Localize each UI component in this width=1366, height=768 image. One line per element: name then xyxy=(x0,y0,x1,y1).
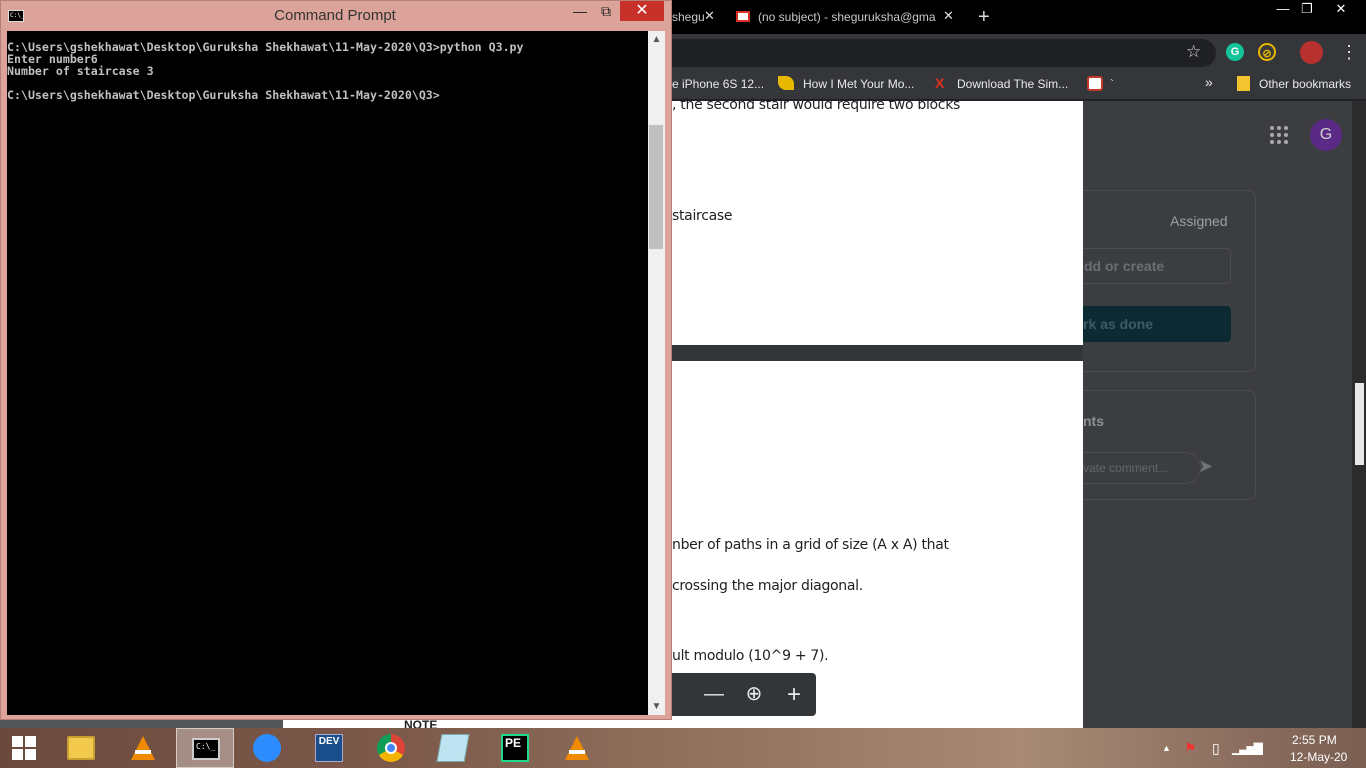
cmd-close-button[interactable]: ✕ xyxy=(620,1,664,21)
tab-close-icon[interactable]: ✕ xyxy=(943,8,954,24)
taskbar-notepad[interactable] xyxy=(424,728,482,768)
avatar[interactable]: G xyxy=(1310,119,1342,151)
grammarly-icon[interactable]: G xyxy=(1226,43,1244,61)
folder-icon xyxy=(1237,76,1250,91)
vlc-cone-icon xyxy=(129,734,157,762)
chrome-icon xyxy=(377,734,405,762)
bookmark-item[interactable]: ` xyxy=(1110,76,1114,92)
cmd-maximize-button[interactable]: ⧉ xyxy=(593,1,619,21)
zoom-out-button[interactable]: — xyxy=(694,673,734,716)
gmail-icon xyxy=(736,11,750,22)
extension-icon[interactable]: ⊘ xyxy=(1258,43,1276,61)
console-line: Number of staircase 3 xyxy=(7,64,154,78)
start-button[interactable] xyxy=(0,728,58,768)
tab-gmail[interactable]: (no subject) - sheguruksha@gma xyxy=(736,4,968,34)
bookmark-star-icon[interactable]: ☆ xyxy=(1186,42,1201,62)
taskbar-chrome[interactable] xyxy=(362,728,420,768)
scroll-down-icon[interactable]: ▼ xyxy=(648,698,665,715)
new-tab-button[interactable]: + xyxy=(978,4,990,30)
cmd-minimize-button[interactable]: — xyxy=(567,1,593,21)
console-prompt-line: C:\Users\gshekhawat\Desktop\Guruksha She… xyxy=(7,88,440,102)
zoom-fit-icon[interactable]: ⊕ xyxy=(734,673,774,716)
folder-icon xyxy=(67,736,95,760)
tab-label: shegu xyxy=(672,10,705,24)
private-comments-title: nts xyxy=(1083,413,1104,429)
vlc-cone-icon xyxy=(563,734,591,762)
assignment-status: Assigned xyxy=(1170,213,1228,229)
page-scrollbar-thumb[interactable] xyxy=(1355,383,1364,465)
notepad-icon xyxy=(436,734,470,762)
battery-icon[interactable]: ▯ xyxy=(1212,728,1220,768)
taskbar-pycharm[interactable]: PE xyxy=(486,728,544,768)
cmd-icon: C:\_ xyxy=(192,738,220,760)
dev-cpp-icon: DEV xyxy=(315,734,343,762)
pdf-text-line: nber of paths in a grid of size (A x A) … xyxy=(672,537,949,553)
chrome-close-button[interactable]: ✕ xyxy=(1318,0,1364,18)
taskbar-vlc-2[interactable] xyxy=(548,728,606,768)
taskbar-vlc[interactable] xyxy=(114,728,172,768)
bookmark-favicon-icon xyxy=(778,76,794,90)
scroll-up-icon[interactable]: ▲ xyxy=(648,31,665,48)
clock-date[interactable]: 12-May-20 xyxy=(1290,750,1347,764)
tab-close-icon[interactable]: ✕ xyxy=(704,8,715,24)
bookmarks-overflow-icon[interactable]: » xyxy=(1205,74,1213,90)
pdf-text-line: , the second stair would require two blo… xyxy=(672,97,960,113)
bookmark-item[interactable]: How I Met Your Mo... xyxy=(803,76,914,92)
taskbar-dev-cpp[interactable]: DEV xyxy=(300,728,358,768)
comment-input[interactable]: vate comment... xyxy=(1083,452,1201,484)
command-prompt-window: C:\_ Command Prompt — ⧉ ✕ C:\Users\gshek… xyxy=(0,0,672,720)
pdf-text-line: ult modulo (10^9 + 7). xyxy=(672,648,829,664)
windows-logo-icon xyxy=(12,736,40,764)
taskbar-command-prompt[interactable]: C:\_ xyxy=(176,728,234,768)
chrome-menu-icon[interactable]: ⋮ xyxy=(1340,42,1358,63)
send-icon[interactable]: ➤ xyxy=(1198,456,1213,477)
clock-time[interactable]: 2:55 PM xyxy=(1292,733,1337,747)
mark-as-done-button[interactable]: rk as done xyxy=(1083,306,1231,342)
zoom-in-button[interactable]: + xyxy=(774,673,814,716)
address-bar[interactable] xyxy=(660,39,1216,67)
console-output[interactable]: C:\Users\gshekhawat\Desktop\Guruksha She… xyxy=(7,31,648,715)
tab-label: (no subject) - sheguruksha@gma xyxy=(758,10,936,24)
other-bookmarks[interactable]: Other bookmarks xyxy=(1259,76,1351,92)
x-favicon-icon: X xyxy=(935,75,945,91)
bookmark-item[interactable]: Download The Sim... xyxy=(957,76,1068,92)
bookmark-favicon-icon xyxy=(1087,76,1103,91)
action-center-flag-icon[interactable]: ⚑ xyxy=(1184,728,1197,768)
volume-icon[interactable]: 🔈︎ xyxy=(1256,728,1264,768)
taskbar-zoom[interactable] xyxy=(238,728,296,768)
pdf-text-line: crossing the major diagonal. xyxy=(672,578,863,594)
cmd-scrollbar-thumb[interactable] xyxy=(649,125,663,249)
bookmark-item[interactable]: e iPhone 6S 12... xyxy=(672,76,764,92)
add-or-create-button[interactable]: dd or create xyxy=(1083,248,1231,284)
pdf-text-line: staircase xyxy=(672,208,733,224)
zoom-icon xyxy=(253,734,281,762)
profile-avatar[interactable] xyxy=(1300,41,1323,64)
pycharm-edu-icon: PE xyxy=(501,734,529,762)
show-hidden-icons[interactable]: ▲ xyxy=(1162,728,1171,768)
google-apps-icon[interactable] xyxy=(1270,126,1288,144)
taskbar-file-explorer[interactable] xyxy=(52,728,110,768)
